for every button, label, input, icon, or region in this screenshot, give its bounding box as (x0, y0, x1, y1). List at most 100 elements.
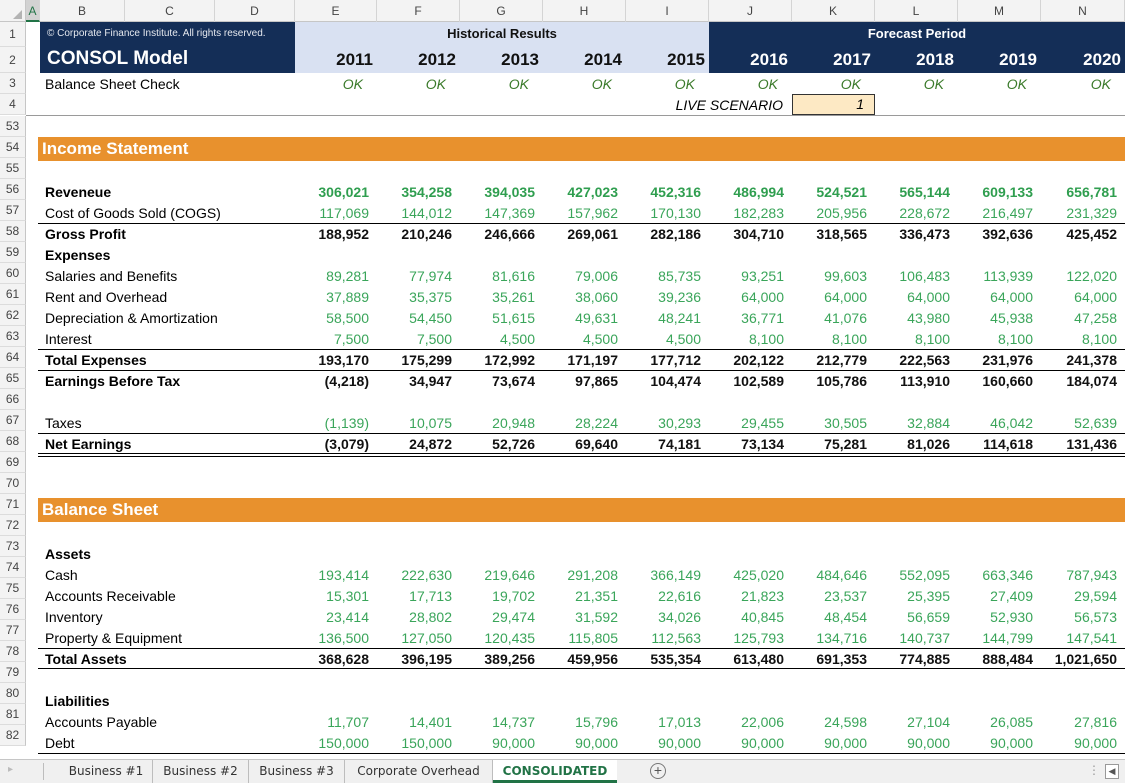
value-cell[interactable]: 160,660 (958, 373, 1033, 389)
value-cell[interactable]: 31,592 (543, 609, 618, 625)
row-header[interactable]: 4 (0, 94, 26, 115)
value-cell[interactable]: 52,639 (1041, 415, 1117, 431)
row-header[interactable]: 60 (0, 263, 26, 284)
value-cell[interactable]: 8,100 (709, 331, 784, 347)
value-cell[interactable]: 22,616 (626, 588, 701, 604)
tab-business-3[interactable]: Business #3 (249, 760, 345, 783)
column-header-K[interactable]: K (792, 0, 875, 22)
value-cell[interactable]: 354,258 (377, 184, 452, 200)
row-header[interactable]: 59 (0, 242, 26, 263)
value-cell[interactable]: 389,256 (460, 651, 535, 667)
value-cell[interactable]: 425,020 (709, 567, 784, 583)
value-cell[interactable]: 4,500 (543, 331, 618, 347)
value-cell[interactable]: 147,369 (460, 205, 535, 221)
value-cell[interactable]: 28,224 (543, 415, 618, 431)
value-cell[interactable]: 15,301 (295, 588, 369, 604)
value-cell[interactable]: 125,793 (709, 630, 784, 646)
value-cell[interactable]: 193,414 (295, 567, 369, 583)
value-cell[interactable]: 34,947 (377, 373, 452, 389)
value-cell[interactable]: 69,640 (543, 436, 618, 452)
value-cell[interactable]: 40,845 (709, 609, 784, 625)
value-cell[interactable]: 10,075 (377, 415, 452, 431)
value-cell[interactable]: 4,500 (460, 331, 535, 347)
value-cell[interactable]: 888,484 (958, 651, 1033, 667)
row-header[interactable]: 82 (0, 725, 26, 746)
value-cell[interactable]: 21,823 (709, 588, 784, 604)
value-cell[interactable]: 222,630 (377, 567, 452, 583)
value-cell[interactable]: 34,026 (626, 609, 701, 625)
value-cell[interactable]: 7,500 (377, 331, 452, 347)
value-cell[interactable]: 17,713 (377, 588, 452, 604)
row-header[interactable]: 55 (0, 158, 26, 179)
value-cell[interactable]: 112,563 (626, 630, 701, 646)
value-cell[interactable]: 147,541 (1041, 630, 1117, 646)
value-cell[interactable]: 136,500 (295, 630, 369, 646)
value-cell[interactable]: 8,100 (875, 331, 950, 347)
value-cell[interactable]: 15,796 (543, 714, 618, 730)
value-cell[interactable]: 484,646 (792, 567, 867, 583)
value-cell[interactable]: 1,021,650 (1041, 651, 1117, 667)
value-cell[interactable]: 4,500 (626, 331, 701, 347)
value-cell[interactable]: 21,351 (543, 588, 618, 604)
value-cell[interactable]: 131,436 (1041, 436, 1117, 452)
value-cell[interactable]: 552,095 (875, 567, 950, 583)
value-cell[interactable]: 140,737 (875, 630, 950, 646)
value-cell[interactable]: 427,023 (543, 184, 618, 200)
column-header-E[interactable]: E (295, 0, 377, 22)
value-cell[interactable]: 282,186 (626, 226, 701, 242)
value-cell[interactable]: 43,980 (875, 310, 950, 326)
value-cell[interactable]: 90,000 (958, 735, 1033, 751)
column-header-M[interactable]: M (958, 0, 1041, 22)
value-cell[interactable]: 304,710 (709, 226, 784, 242)
value-cell[interactable]: 216,497 (958, 205, 1033, 221)
row-header[interactable]: 72 (0, 515, 26, 536)
value-cell[interactable]: 73,674 (460, 373, 535, 389)
value-cell[interactable]: 425,452 (1041, 226, 1117, 242)
value-cell[interactable]: 77,974 (377, 268, 452, 284)
value-cell[interactable]: 291,208 (543, 567, 618, 583)
column-header-B[interactable]: B (40, 0, 125, 22)
value-cell[interactable]: 45,938 (958, 310, 1033, 326)
row-header[interactable]: 69 (0, 452, 26, 473)
value-cell[interactable]: 90,000 (543, 735, 618, 751)
value-cell[interactable]: 90,000 (709, 735, 784, 751)
value-cell[interactable]: 90,000 (1041, 735, 1117, 751)
value-cell[interactable]: 193,170 (295, 352, 369, 368)
value-cell[interactable]: 35,375 (377, 289, 452, 305)
value-cell[interactable]: 36,771 (709, 310, 784, 326)
value-cell[interactable]: 184,074 (1041, 373, 1117, 389)
value-cell[interactable]: 394,035 (460, 184, 535, 200)
column-header-A[interactable]: A (26, 0, 40, 22)
row-header[interactable]: 3 (0, 73, 26, 94)
row-header[interactable]: 74 (0, 557, 26, 578)
value-cell[interactable]: 64,000 (875, 289, 950, 305)
value-cell[interactable]: 41,076 (792, 310, 867, 326)
value-cell[interactable]: 172,992 (460, 352, 535, 368)
value-cell[interactable]: 89,281 (295, 268, 369, 284)
value-cell[interactable]: 269,061 (543, 226, 618, 242)
value-cell[interactable]: 120,435 (460, 630, 535, 646)
value-cell[interactable]: 26,085 (958, 714, 1033, 730)
value-cell[interactable]: 58,500 (295, 310, 369, 326)
row-header[interactable]: 64 (0, 347, 26, 368)
value-cell[interactable]: 231,976 (958, 352, 1033, 368)
value-cell[interactable]: 222,563 (875, 352, 950, 368)
row-header[interactable]: 54 (0, 137, 26, 158)
value-cell[interactable]: 97,865 (543, 373, 618, 389)
value-cell[interactable]: 144,012 (377, 205, 452, 221)
value-cell[interactable]: 177,712 (626, 352, 701, 368)
value-cell[interactable]: 74,181 (626, 436, 701, 452)
value-cell[interactable]: 90,000 (875, 735, 950, 751)
row-header[interactable]: 57 (0, 200, 26, 221)
live-scenario-input[interactable]: 1 (792, 94, 875, 115)
value-cell[interactable]: (1,139) (295, 415, 369, 431)
value-cell[interactable]: 246,666 (460, 226, 535, 242)
value-cell[interactable]: 106,483 (875, 268, 950, 284)
tab-business-2[interactable]: Business #2 (153, 760, 249, 783)
value-cell[interactable]: 79,006 (543, 268, 618, 284)
row-header[interactable]: 53 (0, 116, 26, 137)
value-cell[interactable]: 691,353 (792, 651, 867, 667)
value-cell[interactable]: 102,589 (709, 373, 784, 389)
value-cell[interactable]: 656,781 (1041, 184, 1117, 200)
value-cell[interactable]: 241,378 (1041, 352, 1117, 368)
